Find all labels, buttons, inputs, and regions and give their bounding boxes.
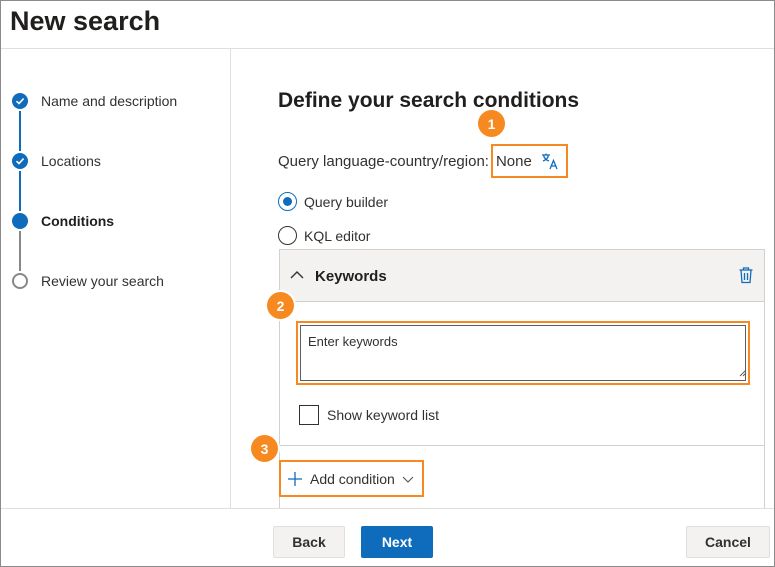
language-translate-icon[interactable] — [540, 151, 560, 171]
step-review-your-search[interactable]: Review your search — [12, 273, 164, 289]
radio-label: KQL editor — [304, 227, 371, 244]
add-condition-label: Add condition — [310, 470, 395, 487]
callout-badge: 3 — [251, 435, 278, 462]
show-keyword-list-checkbox[interactable] — [299, 405, 319, 425]
step-name-and-description[interactable]: Name and description — [12, 93, 177, 109]
step-label: Conditions — [41, 213, 115, 229]
back-button[interactable]: Back — [273, 526, 345, 558]
step-connector — [19, 171, 21, 211]
radio-button[interactable] — [278, 226, 297, 245]
resize-grip-icon[interactable] — [739, 364, 747, 382]
panel-divider — [280, 445, 764, 446]
step-connector — [19, 111, 21, 151]
trash-icon[interactable] — [738, 266, 754, 289]
page-title: New search — [10, 6, 161, 36]
step-conditions[interactable]: Conditions — [12, 213, 114, 229]
step-locations[interactable]: Locations — [12, 153, 101, 169]
keywords-panel-header[interactable]: Keywords — [280, 250, 764, 302]
step-label: Review your search — [41, 273, 164, 289]
checkmark-icon — [12, 93, 28, 109]
radio-button[interactable] — [278, 192, 297, 211]
keywords-input[interactable]: Enter keywords — [300, 325, 746, 381]
step-label: Locations — [41, 153, 101, 169]
add-condition-button[interactable]: Add condition — [279, 460, 424, 497]
radio-kql-editor[interactable]: KQL editor — [278, 226, 370, 245]
query-language-label: Query language-country/region: — [278, 152, 489, 170]
section-heading: Define your search conditions — [278, 89, 580, 112]
chevron-down-icon — [402, 473, 414, 485]
checkbox-label: Show keyword list — [327, 407, 440, 423]
next-button[interactable]: Next — [361, 526, 433, 558]
callout-badge: 2 — [267, 292, 294, 319]
show-keyword-list-row[interactable]: Show keyword list — [299, 405, 439, 425]
step-label: Name and description — [41, 93, 178, 109]
step-connector — [19, 231, 21, 271]
radio-query-builder[interactable]: Query builder — [278, 192, 388, 211]
pending-step-dot — [12, 273, 28, 289]
plus-icon — [287, 471, 303, 487]
keywords-panel-title: Keywords — [315, 268, 387, 285]
query-language-value: None — [495, 152, 532, 170]
query-language-selector[interactable]: None — [490, 144, 568, 178]
header-divider — [1, 48, 774, 49]
footer-divider — [1, 508, 774, 509]
query-language-row: Query language-country/region: None — [278, 144, 568, 178]
current-step-dot — [12, 213, 28, 229]
chevron-up-icon[interactable] — [289, 267, 305, 288]
keywords-input-highlight: Enter keywords — [296, 321, 750, 385]
radio-label: Query builder — [304, 193, 389, 210]
checkmark-icon — [12, 153, 28, 169]
callout-badge: 1 — [478, 110, 505, 137]
cancel-button[interactable]: Cancel — [686, 526, 770, 558]
sidebar-divider — [230, 49, 231, 508]
